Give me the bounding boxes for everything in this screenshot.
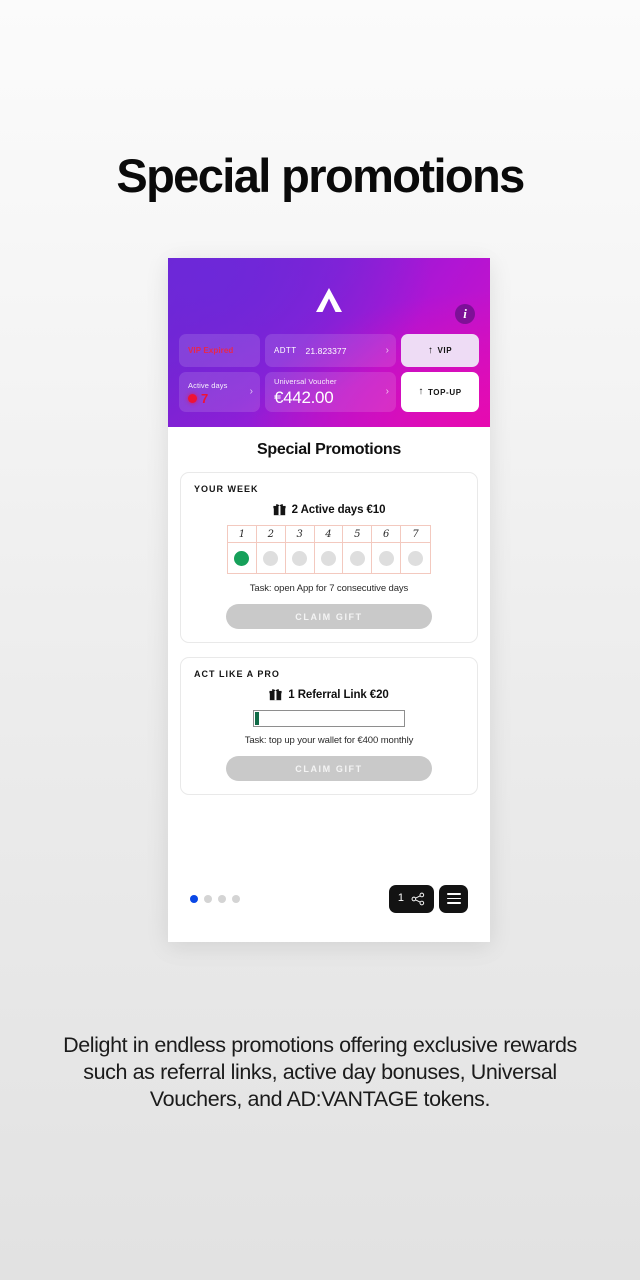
week-day-dot-filled bbox=[234, 550, 250, 566]
chevron-right-icon: › bbox=[385, 344, 389, 356]
page-dot-3[interactable] bbox=[218, 894, 226, 903]
week-day-dot bbox=[263, 550, 279, 566]
active-days-cell[interactable]: Active days 7 › bbox=[179, 372, 260, 412]
page-dot-2[interactable] bbox=[204, 894, 212, 903]
vip-button-label: VIP bbox=[437, 346, 453, 355]
header-stat-grid: VIP Expired ADTT 21.823377 › ↑ VIP Activ… bbox=[179, 334, 479, 412]
phone-mockup: i VIP Expired ADTT 21.823377 › ↑ VIP Act… bbox=[168, 258, 490, 942]
week-day-cell bbox=[315, 543, 344, 573]
reward-line: 2 Active days €10 bbox=[194, 503, 464, 516]
week-day-dot bbox=[292, 550, 308, 566]
promo-card-act-like-a-pro: ACT LIKE A PRO 1 Referral Link €20 Task:… bbox=[180, 657, 478, 795]
week-day-cell bbox=[228, 543, 257, 573]
menu-bar bbox=[446, 893, 461, 895]
vip-button[interactable]: ↑ VIP bbox=[401, 334, 479, 367]
reward-line: 1 Referral Link €20 bbox=[194, 688, 464, 701]
gift-icon bbox=[269, 689, 282, 701]
page-caption: Delight in endless promotions offering e… bbox=[63, 1033, 577, 1111]
week-day-dot bbox=[378, 550, 394, 566]
section-title: Special Promotions bbox=[257, 441, 401, 458]
vip-status-label: VIP Expired bbox=[188, 346, 234, 355]
info-icon[interactable]: i bbox=[455, 304, 475, 324]
task-description: Task: top up your wallet for €400 monthl… bbox=[244, 735, 414, 746]
week-number-row: 1 2 3 4 5 6 7 bbox=[227, 525, 431, 543]
week-day-cell bbox=[372, 543, 402, 573]
claim-gift-button[interactable]: CLAIM GIFT bbox=[226, 756, 432, 781]
week-day-number: 2 bbox=[256, 526, 286, 543]
week-day-cell bbox=[257, 543, 286, 573]
active-days-value: 7 bbox=[201, 390, 209, 406]
topup-progress-fill bbox=[255, 712, 260, 725]
hamburger-menu-button[interactable] bbox=[439, 884, 468, 913]
active-days-label: Active days bbox=[188, 380, 228, 390]
week-day-cell bbox=[343, 543, 373, 573]
top-up-button-label: TOP-UP bbox=[427, 387, 462, 397]
adtt-value: 21.823377 bbox=[305, 345, 347, 356]
page-indicator bbox=[190, 894, 240, 903]
menu-bar bbox=[446, 897, 461, 900]
week-day-dot bbox=[349, 550, 365, 566]
arrow-up-icon: ↑ bbox=[418, 386, 424, 397]
reward-label: 2 Active days €10 bbox=[291, 503, 386, 516]
share-icon bbox=[411, 892, 425, 905]
footer-actions: 1 bbox=[388, 884, 468, 913]
voucher-label: Universal Voucher bbox=[274, 377, 337, 386]
page-title: Special promotions bbox=[116, 149, 525, 202]
top-up-button[interactable]: ↑ TOP-UP bbox=[401, 372, 479, 412]
menu-bar bbox=[446, 902, 461, 904]
week-day-number: 3 bbox=[285, 526, 315, 543]
app-header: i VIP Expired ADTT 21.823377 › ↑ VIP Act… bbox=[168, 258, 490, 427]
task-description: Task: open App for 7 consecutive days bbox=[249, 583, 409, 594]
vip-status-cell[interactable]: VIP Expired bbox=[179, 334, 260, 367]
week-day-number: 1 bbox=[228, 526, 257, 543]
advantage-logo-icon bbox=[314, 287, 344, 313]
week-day-dot bbox=[408, 550, 424, 566]
voucher-amount: €442.00 bbox=[274, 388, 334, 407]
week-day-cell bbox=[286, 543, 315, 573]
adtt-cell[interactable]: ADTT 21.823377 › bbox=[265, 334, 396, 367]
reward-label: 1 Referral Link €20 bbox=[288, 688, 389, 701]
claim-gift-button[interactable]: CLAIM GIFT bbox=[226, 604, 432, 629]
card-kicker: YOUR WEEK bbox=[194, 484, 259, 494]
card-kicker: ACT LIKE A PRO bbox=[194, 669, 280, 679]
week-day-dot bbox=[320, 550, 336, 566]
week-tracker: 1 2 3 4 5 6 7 bbox=[227, 525, 431, 574]
share-button[interactable]: 1 bbox=[388, 884, 434, 913]
week-day-number: 4 bbox=[314, 526, 344, 543]
chevron-right-icon: › bbox=[385, 386, 389, 397]
chevron-right-icon: › bbox=[249, 386, 253, 397]
app-content: Special Promotions YOUR WEEK 2 Active da… bbox=[168, 427, 490, 942]
promo-card-your-week: YOUR WEEK 2 Active days €10 1 2 3 4 5 6 … bbox=[180, 472, 478, 643]
week-day-number: 7 bbox=[401, 526, 430, 543]
app-footer: 1 bbox=[168, 867, 490, 942]
page-dot-4[interactable] bbox=[232, 894, 240, 903]
week-dot-row bbox=[227, 543, 431, 574]
week-day-number: 5 bbox=[343, 526, 373, 543]
week-day-cell bbox=[401, 543, 430, 573]
arrow-up-icon: ↑ bbox=[427, 344, 434, 356]
gift-icon bbox=[273, 504, 286, 516]
share-count: 1 bbox=[397, 892, 404, 904]
universal-voucher-cell[interactable]: Universal Voucher €442.00 › bbox=[265, 372, 396, 412]
active-days-dot-icon bbox=[188, 393, 197, 403]
topup-progress-bar bbox=[253, 710, 405, 727]
adtt-label: ADTT bbox=[274, 346, 297, 355]
page-dot-1[interactable] bbox=[190, 894, 198, 903]
week-day-number: 6 bbox=[372, 526, 402, 543]
